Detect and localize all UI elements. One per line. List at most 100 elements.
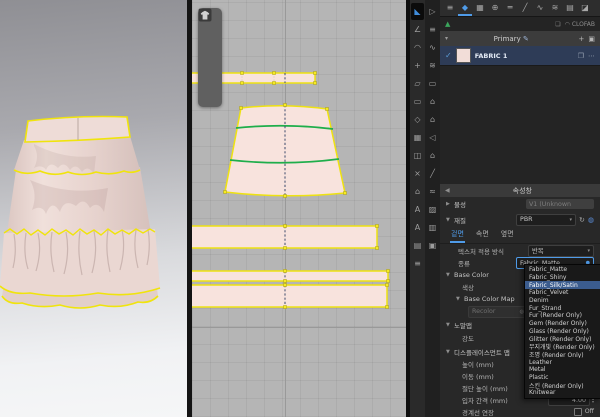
dropdown-item[interactable]: Glass (Render Only) xyxy=(525,328,600,336)
graphic-tab-icon[interactable]: ▦ xyxy=(473,0,487,16)
add-point-tool[interactable]: + xyxy=(411,57,424,74)
hardware-tab-icon[interactable]: ≋ xyxy=(548,0,562,16)
property-editor-title: 속성창 xyxy=(450,186,595,196)
magnifier-icon: ◎ xyxy=(517,309,524,315)
shirt-3d-icon[interactable] xyxy=(202,31,219,46)
fabric-name: FABRIC 1 xyxy=(475,52,574,60)
edit-pattern-tool[interactable]: ∠ xyxy=(411,21,424,38)
grading-tool[interactable]: ▤ xyxy=(411,237,424,254)
taping-tool[interactable]: ▨ xyxy=(426,201,439,218)
surface-tabs: 겉면 속면 옆면 xyxy=(440,228,600,244)
rectangle-tool[interactable]: ▭ xyxy=(411,93,424,110)
arrange-shirt-tool[interactable]: ⌂ xyxy=(426,93,439,110)
dropdown-item[interactable]: Fabric_Velvet xyxy=(525,289,600,297)
button-tool[interactable]: ▣ xyxy=(426,237,439,254)
fabric-tab-icon[interactable]: ◆ xyxy=(458,0,472,16)
add-fabric-button[interactable]: + xyxy=(579,35,585,43)
pattern-piece-skirt-front[interactable] xyxy=(224,104,347,198)
collapse-arrow-icon[interactable]: ▼ xyxy=(446,217,454,223)
stitch-tab-icon[interactable]: ╱ xyxy=(518,0,532,16)
expand-arrow-icon[interactable]: ▶ xyxy=(446,201,454,207)
topstitch-tab-icon[interactable]: ═ xyxy=(503,0,517,16)
polygon-tool[interactable]: ▱ xyxy=(411,75,424,92)
check-icon[interactable]: ✓ xyxy=(445,51,452,60)
seam-allowance-tool[interactable]: ⌂ xyxy=(411,183,424,200)
puckering-tab-icon[interactable]: ∿ xyxy=(533,0,547,16)
dropdown-item[interactable]: 무지개빛 (Render Only) xyxy=(525,343,600,351)
scene-icon[interactable]: ▲ xyxy=(445,20,450,28)
trim-tab-icon[interactable]: ▤ xyxy=(563,0,577,16)
shirring-tool[interactable]: ≈ xyxy=(426,183,439,200)
dropdown-item[interactable]: Knitwear xyxy=(525,389,600,397)
viewport-2d[interactable]: i xyxy=(192,0,406,417)
recolor-field[interactable]: Recolor ◎ xyxy=(468,306,528,318)
transform-pattern-tool[interactable]: ◣ xyxy=(411,3,424,20)
fold-arrangement-tool[interactable]: ◁ xyxy=(426,129,439,146)
cut-tool[interactable]: × xyxy=(411,165,424,182)
dropdown-item[interactable]: Leather xyxy=(525,358,600,366)
dropdown-item[interactable]: Gem (Render Only) xyxy=(525,320,600,328)
collapse-arrow-icon[interactable]: ▼ xyxy=(456,296,464,302)
surface-tab[interactable]: 겉면 xyxy=(450,227,465,243)
fabric-list-item[interactable]: ✓ FABRIC 1 ❐ ⋯ xyxy=(440,46,600,66)
object-list-icon[interactable]: ≡ xyxy=(443,0,457,16)
fabric-swatch-icon[interactable] xyxy=(202,69,219,84)
fabric-swatch[interactable] xyxy=(456,48,471,63)
more-menu-icon[interactable]: ⋯ xyxy=(588,52,595,60)
surface-tab[interactable]: 옆면 xyxy=(500,227,515,243)
dropdown-item[interactable]: Fabric_Silk/Satin xyxy=(525,281,600,289)
dropdown-item[interactable]: Glitter (Render Only) xyxy=(525,335,600,343)
folder-icon[interactable]: ❏ xyxy=(555,21,560,28)
solidify-shirt-tool[interactable]: ⌂ xyxy=(426,111,439,128)
edit-pencil-icon[interactable]: ✎ xyxy=(523,35,529,43)
dart-tool[interactable]: ◇ xyxy=(411,111,424,128)
dropdown-item[interactable]: Fabric_Shiny xyxy=(525,274,600,282)
collapse-arrow-icon[interactable]: ▼ xyxy=(446,349,454,355)
misc-pattern-tool[interactable]: ≡ xyxy=(411,255,424,272)
zipper-tool[interactable]: ▥ xyxy=(426,219,439,236)
dropdown-item[interactable]: Fur (Render Only) xyxy=(525,312,600,320)
surface-tab[interactable]: 속면 xyxy=(475,227,490,243)
dropdown-item[interactable]: 스킨 (Render Only) xyxy=(525,381,600,389)
dropdown-item[interactable]: Denim xyxy=(525,297,600,305)
dropdown-item[interactable]: Metal xyxy=(525,366,600,374)
collapse-arrow-icon[interactable]: ▼ xyxy=(446,272,454,278)
button-tab-icon[interactable]: ⊕ xyxy=(488,0,502,16)
pattern-piece-ruffle-strip-2[interactable] xyxy=(192,284,389,309)
browser-empty-area xyxy=(440,66,600,184)
material-sphere-icon[interactable]: ◍ xyxy=(588,216,594,224)
info-icon[interactable]: i xyxy=(202,50,219,65)
pleat-tool[interactable]: ▦ xyxy=(411,129,424,146)
shader-select[interactable]: PBR▾ xyxy=(516,214,576,226)
refresh-icon[interactable]: ↻ xyxy=(579,216,585,224)
pattern-piece-ruffle-strip-1[interactable] xyxy=(192,225,379,250)
mn-sewing-tool[interactable]: ≋ xyxy=(426,57,439,74)
folder-icon[interactable]: ▣ xyxy=(588,35,595,43)
edit-curvature-tool[interactable]: ◠ xyxy=(411,39,424,56)
cloud-icon[interactable]: ◠ xyxy=(565,21,570,28)
flatten-shirt-tool[interactable]: ⌂ xyxy=(426,147,439,164)
collapse-arrow-icon[interactable]: ▼ xyxy=(446,322,454,328)
boundary-extend-checkbox[interactable] xyxy=(574,408,582,416)
dropdown-item[interactable]: Fur_Strand xyxy=(525,304,600,312)
dropdown-item[interactable]: Fabric_Matte xyxy=(525,266,600,274)
free-sewing-tool[interactable]: ∿ xyxy=(426,39,439,56)
copy-icon[interactable]: ❐ xyxy=(578,52,584,60)
pattern-piece-band-strip[interactable] xyxy=(192,270,390,283)
dropdown-item[interactable]: Plastic xyxy=(525,374,600,382)
texture-mode-select[interactable]: 반복▾ xyxy=(528,245,594,257)
shirt-pattern-icon[interactable] xyxy=(202,88,219,103)
annotation-tool[interactable]: A xyxy=(411,219,424,236)
avatar-tab-icon[interactable]: ◪ xyxy=(578,0,592,16)
physical-preset-value[interactable]: V1 (Unknown xyxy=(526,199,594,209)
viewport-3d[interactable] xyxy=(0,0,187,417)
garment-skirt-3d[interactable] xyxy=(0,0,187,417)
segment-sewing-tool[interactable]: ≡ xyxy=(426,21,439,38)
text-tool[interactable]: A xyxy=(411,201,424,218)
measure-tool[interactable]: ╱ xyxy=(426,165,439,182)
iron-tool[interactable]: ▭ xyxy=(426,75,439,92)
dropdown-item[interactable]: 조명 (Render Only) xyxy=(525,351,600,359)
edit-sewing-tool[interactable]: ▷ xyxy=(426,3,439,20)
boundary-extend-label: 경계선 연장 xyxy=(446,407,574,417)
trace-tool[interactable]: ◫ xyxy=(411,147,424,164)
